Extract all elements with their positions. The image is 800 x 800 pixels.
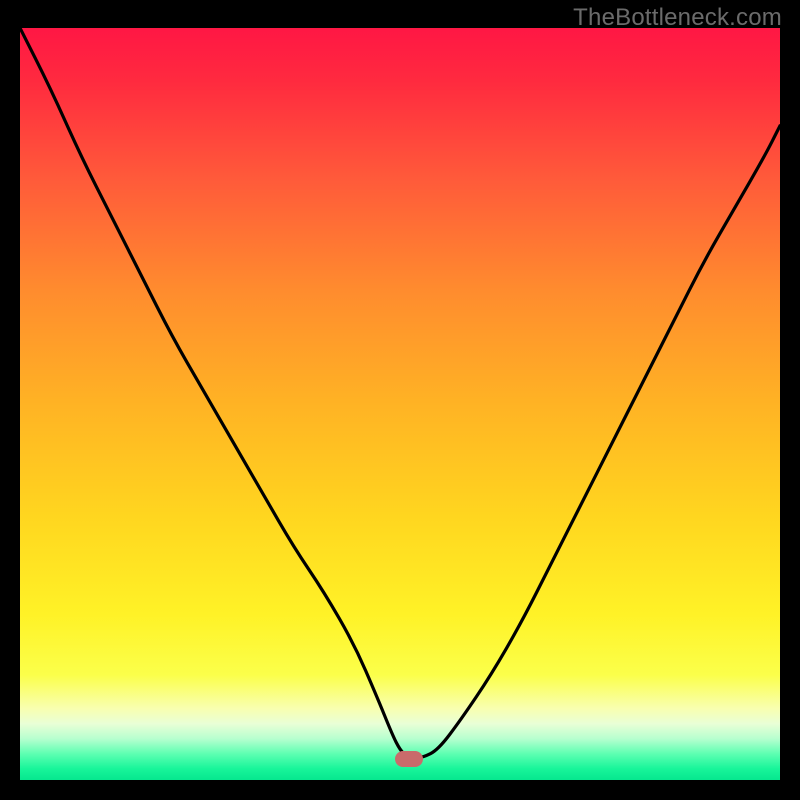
- curve-layer: [20, 28, 780, 780]
- bottleneck-curve: [20, 28, 780, 757]
- plot-area: [20, 28, 780, 780]
- chart-frame: TheBottleneck.com: [0, 0, 800, 800]
- watermark-text: TheBottleneck.com: [573, 4, 782, 32]
- optimal-point-marker: [395, 751, 423, 767]
